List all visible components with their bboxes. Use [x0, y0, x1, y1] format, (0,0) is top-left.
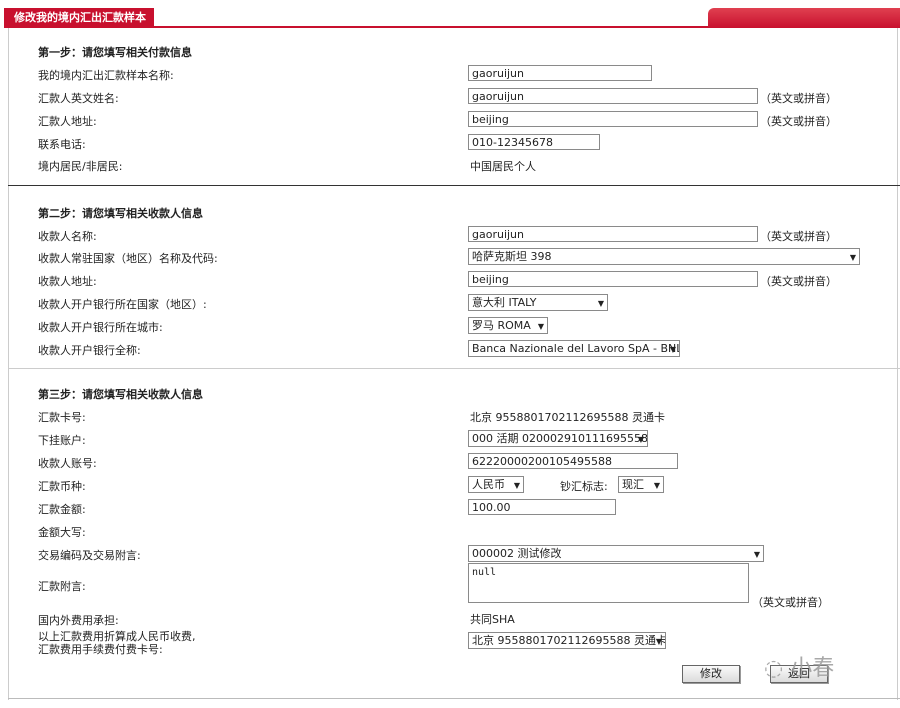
bank-country-value: 意大利 ITALY — [472, 296, 537, 309]
remark-textarea[interactable]: null — [468, 563, 749, 603]
amount-input[interactable]: 100.00 — [468, 499, 616, 515]
dropdown-arrow-icon: ▼ — [537, 322, 544, 331]
section-divider-2 — [8, 368, 900, 369]
section-divider-1 — [8, 185, 900, 186]
currency-value: 人民币 — [472, 478, 505, 491]
trade-code-label: 交易编码及交易附言: — [38, 549, 141, 562]
payee-addr-input[interactable]: beijing — [468, 271, 758, 287]
payee-account-label: 收款人账号: — [38, 457, 97, 470]
remitter-addr-hint: （英文或拼音） — [760, 115, 837, 128]
card-value: 北京 9558801702112695588 灵通卡 — [470, 411, 665, 424]
dropdown-arrow-icon: ▼ — [849, 253, 856, 262]
amount-words-label: 金额大写: — [38, 526, 86, 539]
payee-country-value: 哈萨克斯坦 398 — [472, 250, 552, 263]
dropdown-arrow-icon: ▼ — [637, 435, 644, 444]
fee-bearer-value: 共同SHA — [470, 613, 515, 626]
fee-card-value: 北京 9558801702112695588 灵通卡 — [472, 634, 666, 647]
bank-name-select[interactable]: Banca Nazionale del Lavoro SpA - BNL ▼ — [468, 340, 680, 357]
bottom-border — [8, 698, 900, 699]
dropdown-arrow-icon: ▼ — [669, 345, 676, 354]
watermark-text: 小春 — [790, 656, 835, 681]
watermark-logo: ◌ 小春 — [764, 650, 834, 682]
bank-city-select[interactable]: 罗马 ROMA ▼ — [468, 317, 548, 334]
modify-button[interactable]: 修改 — [682, 665, 740, 683]
currency-label: 汇款币种: — [38, 480, 86, 493]
payee-country-label: 收款人常驻国家（地区）名称及代码: — [38, 252, 218, 265]
remitter-name-hint: （英文或拼音） — [760, 92, 837, 105]
page-title: 修改我的境内汇出汇款样本 — [4, 8, 154, 28]
payee-account-input[interactable]: 62220000200105495588 — [468, 453, 678, 469]
section1-title: 第一步：请您填写相关付款信息 — [38, 46, 192, 59]
cash-flag-select[interactable]: 现汇 ▼ — [618, 476, 664, 493]
template-name-label: 我的境内汇出汇款样本名称: — [38, 69, 174, 82]
sub-account-value: 000 活期 0200029101116955588 — [472, 432, 648, 445]
remark-label: 汇款附言: — [38, 580, 86, 593]
bank-city-value: 罗马 ROMA — [472, 319, 531, 332]
payee-name-input[interactable]: gaoruijun — [468, 226, 758, 242]
template-name-input[interactable]: gaoruijun — [468, 65, 652, 81]
payee-addr-label: 收款人地址: — [38, 275, 97, 288]
cash-flag-value: 现汇 — [622, 478, 644, 491]
currency-select[interactable]: 人民币 ▼ — [468, 476, 524, 493]
trade-code-select[interactable]: 000002 测试修改 ▼ — [468, 545, 764, 562]
payee-country-select[interactable]: 哈萨克斯坦 398 ▼ — [468, 248, 860, 265]
phone-input[interactable]: 010-12345678 — [468, 134, 600, 150]
bank-name-label: 收款人开户银行全称: — [38, 344, 141, 357]
trade-code-value: 000002 测试修改 — [472, 547, 562, 560]
bank-country-select[interactable]: 意大利 ITALY ▼ — [468, 294, 608, 311]
fee-bearer-label: 国内外费用承担: — [38, 614, 119, 627]
card-label: 汇款卡号: — [38, 411, 86, 424]
remitter-addr-input[interactable]: beijing — [468, 111, 758, 127]
dropdown-arrow-icon: ▼ — [653, 481, 660, 490]
fee-card-label-2: 汇款费用手续费付费卡号: — [38, 643, 163, 656]
cash-flag-label: 钞汇标志: — [560, 480, 608, 493]
title-bar: 修改我的境内汇出汇款样本 — [0, 8, 900, 28]
amount-label: 汇款金额: — [38, 503, 86, 516]
wechat-icon: ◌ — [764, 656, 784, 681]
fee-card-select[interactable]: 北京 9558801702112695588 灵通卡 ▼ — [468, 632, 666, 649]
dropdown-arrow-icon: ▼ — [513, 481, 520, 490]
dropdown-arrow-icon: ▼ — [597, 299, 604, 308]
title-decoration — [708, 8, 900, 28]
remitter-name-label: 汇款人英文姓名: — [38, 92, 119, 105]
payee-name-label: 收款人名称: — [38, 230, 97, 243]
bank-country-label: 收款人开户银行所在国家（地区）: — [38, 298, 207, 311]
payee-addr-hint: （英文或拼音） — [760, 275, 837, 288]
remitter-addr-label: 汇款人地址: — [38, 115, 97, 128]
remitter-name-input[interactable]: gaoruijun — [468, 88, 758, 104]
bank-name-value: Banca Nazionale del Lavoro SpA - BNL — [472, 342, 680, 355]
section3-title: 第三步：请您填写相关收款人信息 — [38, 388, 203, 401]
payee-name-hint: （英文或拼音） — [760, 230, 837, 243]
dropdown-arrow-icon: ▼ — [753, 550, 760, 559]
sub-account-select[interactable]: 000 活期 0200029101116955588 ▼ — [468, 430, 648, 447]
dropdown-arrow-icon: ▼ — [655, 637, 662, 646]
section2-title: 第二步：请您填写相关收款人信息 — [38, 207, 203, 220]
bank-city-label: 收款人开户银行所在城市: — [38, 321, 163, 334]
phone-label: 联系电话: — [38, 138, 86, 151]
remark-hint: （英文或拼音） — [752, 596, 829, 609]
sub-account-label: 下挂账户: — [38, 434, 86, 447]
resident-value: 中国居民个人 — [470, 160, 536, 173]
resident-label: 境内居民/非居民: — [38, 160, 123, 173]
